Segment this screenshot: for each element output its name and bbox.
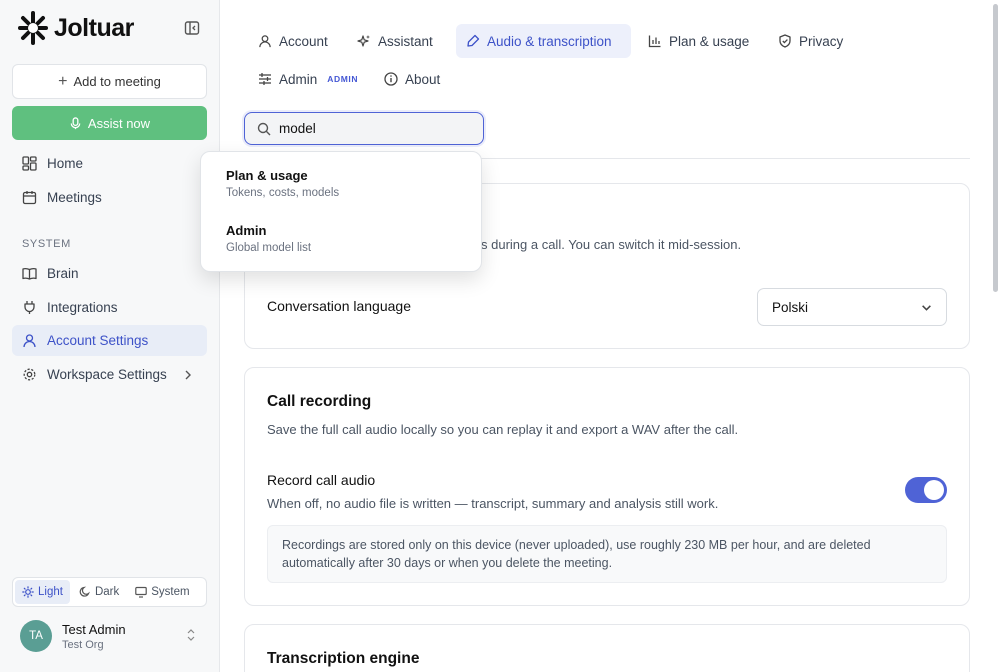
- monitor-icon: [135, 586, 148, 598]
- user-icon: [23, 334, 36, 348]
- calendar-icon: [22, 191, 37, 205]
- sidebar-item-label: Home: [47, 156, 84, 171]
- sidebar-item-label: Brain: [47, 266, 79, 281]
- chevron-right-icon: [185, 370, 191, 379]
- sidebar-item-home[interactable]: Home: [12, 148, 207, 179]
- tab-audio-transcription[interactable]: Audio & transcription: [456, 24, 631, 58]
- call-recording-desc: Save the full call audio locally so you …: [267, 422, 739, 437]
- search-result-title: Admin: [226, 223, 267, 238]
- search-icon: [257, 122, 271, 135]
- assist-now-label: Assist now: [87, 115, 151, 131]
- scrollbar[interactable]: [993, 4, 998, 292]
- transcription-engine-card: Transcription engine: [244, 624, 970, 672]
- home-grid-icon: [22, 156, 37, 171]
- tab-privacy[interactable]: Privacy: [768, 24, 853, 58]
- toggle-knob: [924, 480, 944, 500]
- search-result-title: Plan & usage: [226, 168, 308, 183]
- record-call-audio-desc: When off, no audio file is written — tra…: [267, 496, 719, 511]
- chevron-down-icon: [922, 304, 931, 311]
- sidebar-item-label: Account Settings: [47, 333, 149, 348]
- plus-icon: +: [58, 72, 68, 90]
- section-label-system: SYSTEM: [22, 238, 71, 250]
- sidebar-item-account-settings[interactable]: Account Settings: [12, 325, 207, 356]
- main-content: Account Assistant Audio & transcription …: [220, 0, 1000, 672]
- record-call-audio-toggle[interactable]: [905, 477, 947, 503]
- search-input[interactable]: [279, 121, 459, 136]
- theme-system-label: System: [151, 586, 190, 598]
- info-icon: [384, 72, 398, 86]
- admin-badge: ADMIN: [327, 74, 359, 84]
- moon-icon: [79, 586, 90, 597]
- record-call-audio-label: Record call audio: [267, 472, 376, 488]
- settings-search: [244, 112, 484, 145]
- sidebar-item-label: Workspace Settings: [47, 367, 167, 382]
- collapse-sidebar-icon[interactable]: [184, 20, 200, 36]
- gear-icon: [23, 368, 36, 381]
- language-card-desc: s during a call. You can switch it mid-s…: [481, 237, 742, 252]
- theme-light-label: Light: [38, 586, 63, 598]
- tab-assistant[interactable]: Assistant: [347, 24, 443, 58]
- sidebar-item-workspace-settings[interactable]: Workspace Settings: [12, 359, 207, 390]
- tab-about[interactable]: About: [374, 62, 450, 96]
- sidebar-item-brain[interactable]: Brain: [12, 258, 207, 289]
- search-result-admin[interactable]: Admin Global model list: [226, 223, 311, 254]
- user-org: Test Org: [62, 638, 104, 651]
- pen-mic-icon: [467, 34, 480, 47]
- add-to-meeting-label: Add to meeting: [73, 74, 161, 89]
- theme-option-light[interactable]: Light: [15, 580, 70, 604]
- theme-option-dark[interactable]: Dark: [72, 580, 126, 604]
- conversation-language-select[interactable]: Polski: [757, 288, 947, 326]
- brand-logo[interactable]: Joltuar: [16, 10, 134, 46]
- brand-name: Joltuar: [54, 13, 134, 42]
- microphone-icon: [70, 116, 81, 129]
- conversation-language-label: Conversation language: [267, 298, 411, 314]
- note-line-2: automatically after 30 days or when you …: [282, 556, 613, 570]
- plug-icon: [24, 301, 35, 314]
- sparkles-icon: [357, 35, 370, 47]
- tab-admin[interactable]: Admin ADMIN: [248, 62, 368, 96]
- user-menu[interactable]: TA Test Admin Test Org: [20, 618, 200, 654]
- user-name: Test Admin: [62, 621, 126, 637]
- sidebar-item-meetings[interactable]: Meetings: [12, 182, 207, 213]
- call-recording-title: Call recording: [267, 393, 372, 410]
- assist-now-button[interactable]: Assist now: [12, 106, 207, 140]
- user-icon: [259, 35, 271, 48]
- theme-option-system[interactable]: System: [128, 580, 196, 604]
- chevron-up-down-icon: [187, 629, 195, 641]
- sidebar: Joltuar + Add to meeting Assist now Home: [0, 0, 220, 672]
- tab-label: Plan & usage: [669, 33, 750, 49]
- sidebar-item-label: Meetings: [47, 190, 102, 205]
- search-result-subtitle: Tokens, costs, models: [226, 187, 340, 199]
- logo-icon: [18, 11, 48, 45]
- sliders-icon: [259, 73, 271, 85]
- selected-language: Polski: [772, 299, 809, 315]
- tab-label: Assistant: [378, 33, 433, 49]
- tab-label: Audio & transcription: [487, 33, 612, 49]
- sidebar-item-integrations[interactable]: Integrations: [12, 292, 207, 323]
- sidebar-item-label: Integrations: [47, 300, 118, 315]
- tab-label: Admin: [279, 71, 318, 87]
- tab-account[interactable]: Account: [248, 24, 338, 58]
- transcription-engine-title: Transcription engine: [267, 650, 420, 667]
- bar-chart-icon: [648, 35, 661, 48]
- avatar: TA: [20, 620, 52, 652]
- tab-label: Privacy: [799, 33, 844, 49]
- add-to-meeting-button[interactable]: + Add to meeting: [12, 64, 207, 99]
- search-result-plan-usage[interactable]: Plan & usage Tokens, costs, models: [226, 168, 339, 199]
- recording-storage-note: Recordings are stored only on this devic…: [267, 525, 947, 583]
- tab-label: About: [405, 71, 441, 87]
- book-icon: [22, 267, 37, 280]
- note-line-1: Recordings are stored only on this devic…: [282, 538, 871, 552]
- shield-check-icon: [779, 34, 791, 48]
- search-results-dropdown: Plan & usage Tokens, costs, models Admin…: [200, 151, 482, 272]
- theme-dark-label: Dark: [94, 586, 120, 598]
- tab-plan-usage[interactable]: Plan & usage: [638, 24, 759, 58]
- call-recording-card: Call recording Save the full call audio …: [244, 367, 970, 606]
- theme-switcher: Light Dark System: [12, 577, 207, 607]
- tab-label: Account: [279, 33, 328, 49]
- search-result-subtitle: Global model list: [226, 242, 312, 254]
- sun-icon: [22, 586, 34, 598]
